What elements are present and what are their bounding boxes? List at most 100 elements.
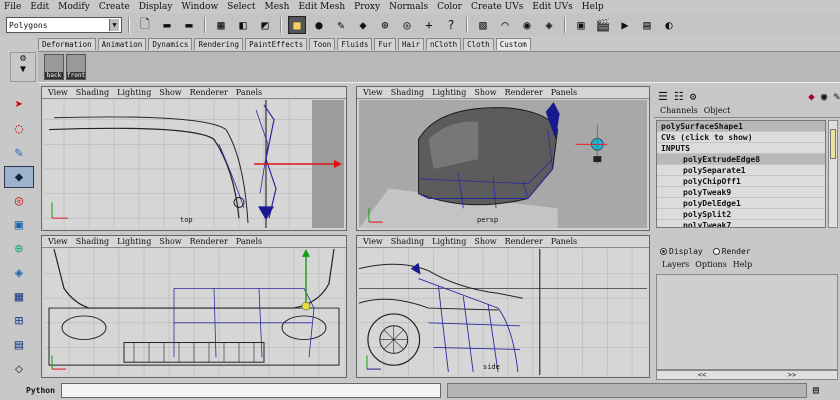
channel-row[interactable]: polySplit2 (657, 209, 825, 220)
menu-object[interactable]: Object (704, 106, 731, 117)
layout-single-icon[interactable]: ▦ (4, 286, 34, 308)
tab-deformation[interactable]: Deformation (38, 38, 96, 50)
edge-mask-icon[interactable]: ✎ (332, 16, 350, 34)
panel-menu-lighting[interactable]: Lighting (432, 237, 466, 246)
panel-menu-panels[interactable]: Panels (551, 237, 577, 246)
menu-edit-mesh[interactable]: Edit Mesh (298, 2, 345, 12)
select-hierarchy-icon[interactable]: ▦ (212, 16, 230, 34)
menu-display[interactable]: Display (139, 2, 173, 12)
panel-menu-renderer[interactable]: Renderer (505, 237, 543, 246)
menu-create[interactable]: Create (99, 2, 130, 12)
panel-menu-view[interactable]: View (363, 88, 383, 97)
tab-painteffects[interactable]: PaintEffects (245, 38, 308, 50)
history-icon[interactable]: ▣ (572, 16, 590, 34)
layer-scrollbar[interactable]: << >> (656, 370, 838, 380)
attribute-editor-toggle-icon[interactable]: ☷ (674, 90, 684, 103)
panel-menu-view[interactable]: View (363, 237, 383, 246)
channel-row[interactable]: polySeparate1 (657, 165, 825, 176)
lasso-tool-icon[interactable]: ◌ (4, 118, 34, 140)
viewport-front[interactable]: View Shading Lighting Show Renderer Pane… (41, 235, 347, 378)
layer-list[interactable] (656, 274, 838, 370)
render-icon[interactable]: 🎬 (594, 16, 612, 34)
panel-menu-renderer[interactable]: Renderer (190, 88, 228, 97)
viewport-canvas[interactable]: persp (359, 100, 647, 228)
paint-select-tool-icon[interactable]: ✎ (4, 142, 34, 164)
vertex-mask-icon[interactable]: ● (310, 16, 328, 34)
snap-plane-icon[interactable]: ◈ (540, 16, 558, 34)
panel-menu-panels[interactable]: Panels (236, 88, 262, 97)
ipr-render-icon[interactable]: ▶ (616, 16, 634, 34)
select-component-icon[interactable]: ◩ (256, 16, 274, 34)
panel-menu-lighting[interactable]: Lighting (432, 88, 466, 97)
viewport-side[interactable]: View Shading Lighting Show Renderer Pane… (356, 235, 650, 378)
panel-menu-renderer[interactable]: Renderer (190, 237, 228, 246)
tab-animation[interactable]: Animation (97, 38, 147, 50)
panel-menu-view[interactable]: View (48, 237, 68, 246)
channel-list-scrollbar[interactable] (828, 120, 838, 228)
scroll-right-icon[interactable]: >> (788, 371, 796, 379)
panel-menu-show[interactable]: Show (474, 88, 496, 97)
tab-custom[interactable]: Custom (495, 38, 531, 50)
channel-row[interactable]: polyTweak7 (657, 220, 825, 227)
move-tool-icon[interactable]: ◆ (4, 166, 34, 188)
shelf-button-back[interactable]: back (44, 54, 64, 80)
menu-window[interactable]: Window (182, 2, 219, 12)
uv-mask-icon[interactable]: ⊕ (376, 16, 394, 34)
menu-file[interactable]: File (4, 2, 21, 12)
tab-ncloth[interactable]: nCloth (426, 38, 462, 50)
tab-fur[interactable]: Fur (374, 38, 396, 50)
snap-point-icon[interactable]: ◉ (518, 16, 536, 34)
panel-menu-show[interactable]: Show (474, 237, 496, 246)
panel-menu-show[interactable]: Show (159, 88, 181, 97)
command-language-label[interactable]: Python (26, 386, 55, 395)
menu-layers[interactable]: Layers (662, 260, 689, 272)
open-scene-icon[interactable]: ▬ (158, 16, 176, 34)
face-mask-icon[interactable]: ◆ (354, 16, 372, 34)
scale-tool-icon[interactable]: ▣ (4, 214, 34, 236)
command-input[interactable] (60, 382, 441, 398)
snap-curve-icon[interactable]: ◠ (496, 16, 514, 34)
tab-dynamics[interactable]: Dynamics (148, 38, 193, 50)
layer-icon[interactable]: ◇ (4, 358, 34, 380)
soft-mod-tool-icon[interactable]: ◈ (4, 262, 34, 284)
panel-menu-lighting[interactable]: Lighting (117, 88, 151, 97)
panel-menu-panels[interactable]: Panels (236, 237, 262, 246)
new-scene-icon[interactable]: 🗋 (136, 16, 154, 34)
scrollbar-thumb[interactable] (830, 129, 836, 159)
render-settings-icon[interactable]: ▤ (638, 16, 656, 34)
menu-create-uvs[interactable]: Create UVs (471, 2, 523, 12)
menu-options[interactable]: Options (695, 260, 727, 272)
channel-row[interactable]: polyChipOff1 (657, 176, 825, 187)
menu-proxy[interactable]: Proxy (354, 2, 380, 12)
menu-help[interactable]: Help (733, 260, 752, 272)
shelf-menu-button[interactable]: ⚙ ▼ (10, 52, 36, 82)
channel-row[interactable]: polySurfaceShape1 (657, 121, 825, 132)
menu-color[interactable]: Color (437, 2, 462, 12)
render-radio[interactable]: Render (712, 247, 751, 256)
menu-normals[interactable]: Normals (389, 2, 428, 12)
panel-menu-panels[interactable]: Panels (551, 88, 577, 97)
hypershade-icon[interactable]: ◐ (660, 16, 678, 34)
plus-icon[interactable]: + (420, 16, 438, 34)
panel-menu-lighting[interactable]: Lighting (117, 237, 151, 246)
channel-row[interactable]: polyDelEdge1 (657, 198, 825, 209)
display-radio[interactable]: Display (660, 247, 703, 256)
snap-grid-icon[interactable]: ▧ (474, 16, 492, 34)
panel-menu-shading[interactable]: Shading (391, 88, 424, 97)
viewport-persp[interactable]: View Shading Lighting Show Renderer Pane… (356, 86, 650, 231)
menu-modify[interactable]: Modify (58, 2, 90, 12)
panel-menu-shading[interactable]: Shading (76, 237, 109, 246)
menu-channels[interactable]: Channels (660, 106, 698, 117)
manipulator-tool-icon[interactable]: ⊕ (4, 238, 34, 260)
menu-set-dropdown[interactable]: Polygons ▼ (6, 17, 122, 33)
panel-menu-show[interactable]: Show (159, 237, 181, 246)
channel-row[interactable]: polyExtrudeEdge8 (657, 154, 825, 165)
panel-menu-view[interactable]: View (48, 88, 68, 97)
tab-toon[interactable]: Toon (309, 38, 336, 50)
menu-edit-uvs[interactable]: Edit UVs (532, 2, 572, 12)
shapes-icon[interactable]: ◉ (821, 90, 828, 103)
channel-row[interactable]: polyTweak9 (657, 187, 825, 198)
viewport-canvas[interactable]: top (44, 100, 344, 228)
channel-row[interactable]: CVs (click to show) (657, 132, 825, 143)
save-scene-icon[interactable]: ▬ (180, 16, 198, 34)
